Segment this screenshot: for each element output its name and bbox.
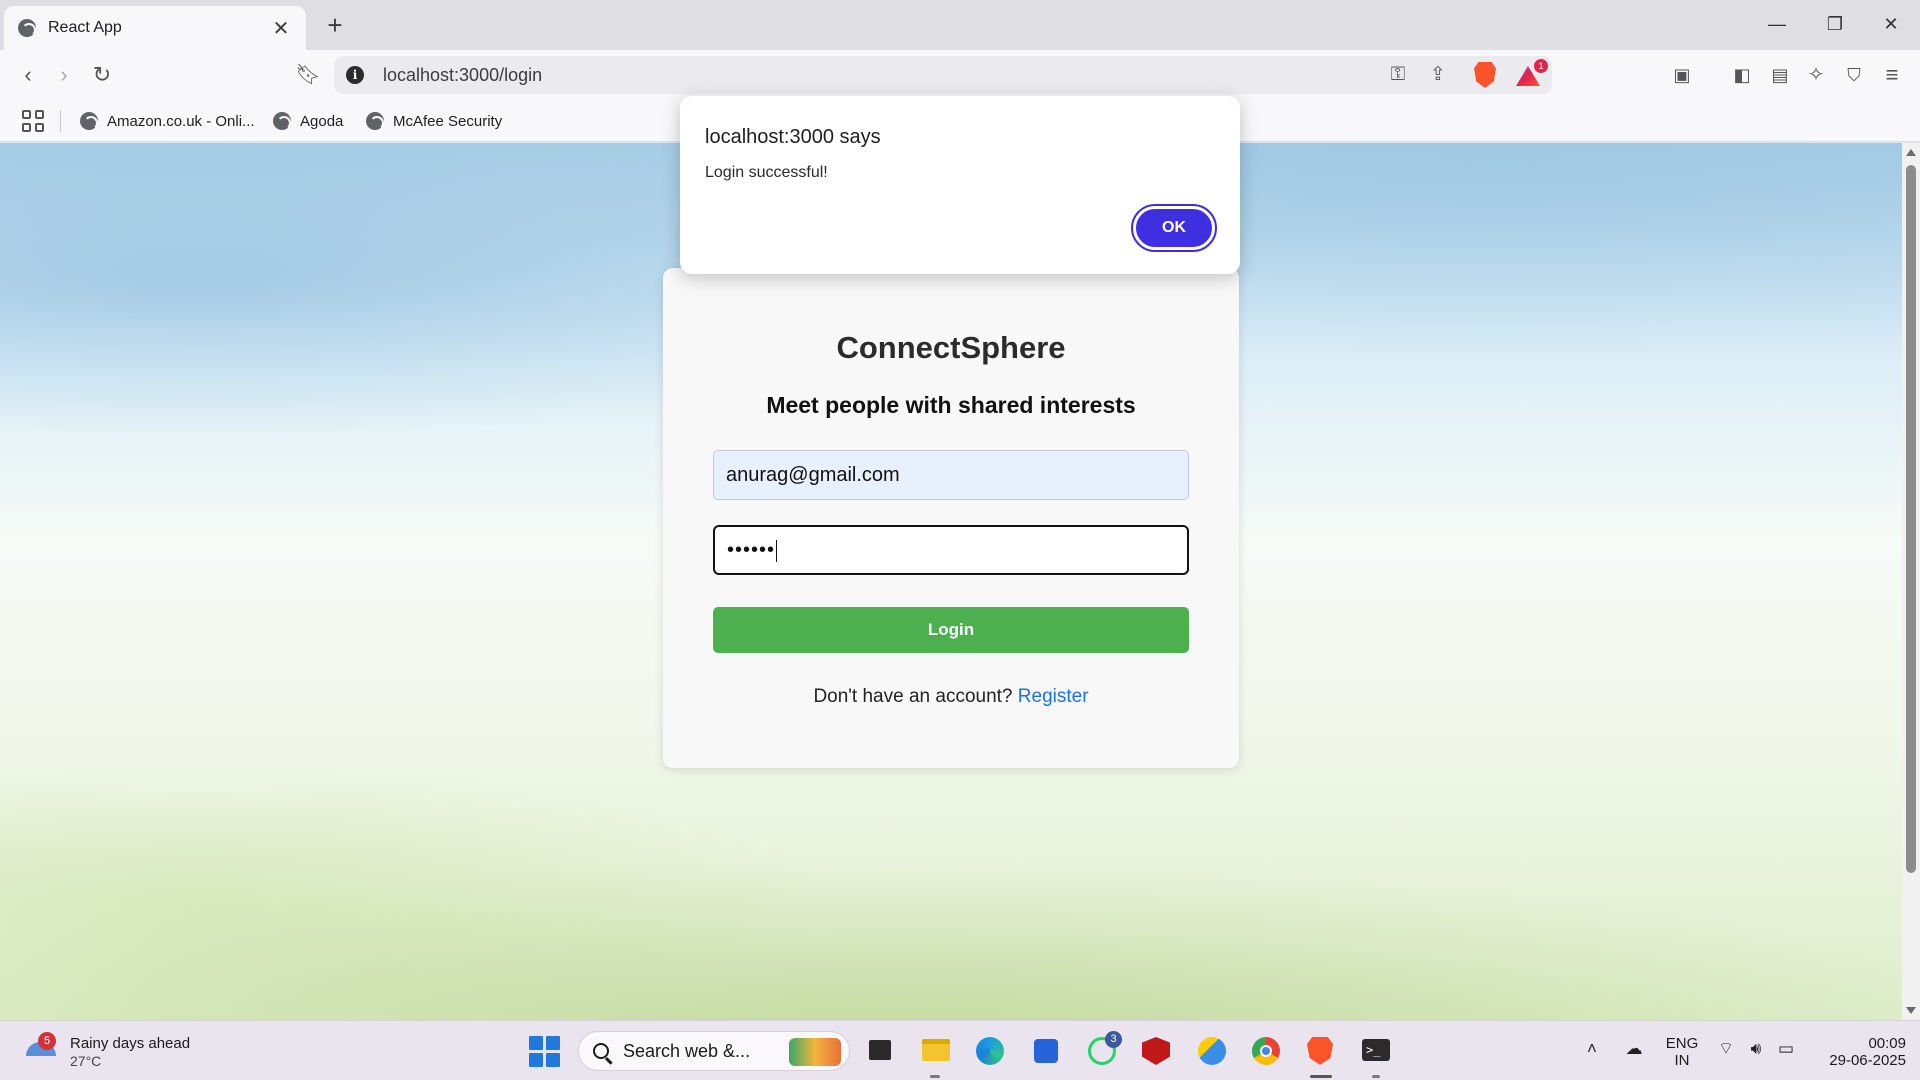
vpn-shield-icon[interactable]: ⛉: [1836, 58, 1872, 92]
running-indicator: [930, 1075, 940, 1078]
bookmarks-divider: [60, 110, 61, 132]
bookmark-mcafee[interactable]: McAfee Security: [366, 110, 502, 132]
forward-icon[interactable]: ›: [46, 58, 82, 92]
bookmark-agoda[interactable]: Agoda: [273, 110, 343, 132]
rewards-badge: 1: [1534, 59, 1548, 73]
page-viewport: ConnectSphere Meet people with shared in…: [0, 143, 1902, 1020]
sidebar-icon[interactable]: ◧: [1724, 58, 1760, 92]
scroll-up-icon[interactable]: [1906, 149, 1916, 156]
globe-icon: [80, 112, 98, 130]
register-prompt-line: Don't have an account? Register: [663, 686, 1239, 708]
taskbar: 5 Rainy days ahead 27°C Search web &... …: [0, 1020, 1920, 1080]
bookmark-icon[interactable]: 🔖︎: [290, 58, 326, 92]
apps-grid-icon[interactable]: [20, 108, 46, 134]
brave-shields-icon[interactable]: [1474, 62, 1496, 88]
url-text[interactable]: localhost:3000/login: [383, 65, 542, 86]
clock[interactable]: 00:09 29-06-2025: [1812, 1035, 1906, 1069]
bookmark-label: Agoda: [300, 112, 344, 130]
chrome-icon[interactable]: [1248, 1033, 1284, 1069]
password-input[interactable]: ••••••: [713, 525, 1189, 575]
store-icon[interactable]: [1028, 1033, 1064, 1069]
login-button[interactable]: Login: [713, 607, 1189, 653]
brave-rewards-icon[interactable]: 1: [1516, 59, 1548, 86]
close-tab-icon[interactable]: ✕: [270, 16, 292, 41]
address-bar[interactable]: i localhost:3000/login ⚿ ⇪ 1: [334, 56, 1552, 94]
terminal-icon[interactable]: >_: [1358, 1033, 1394, 1069]
lang-secondary: IN: [1674, 1052, 1690, 1069]
search-placeholder: Search web &...: [623, 1040, 751, 1061]
taskbar-search[interactable]: Search web &...: [578, 1031, 850, 1071]
mcafee-icon[interactable]: [1138, 1033, 1174, 1069]
active-indicator: [1310, 1075, 1332, 1078]
globe-icon: [273, 112, 291, 130]
edge-icon[interactable]: [972, 1033, 1008, 1069]
reader-mode-icon[interactable]: ▣: [1664, 58, 1700, 92]
restore-button[interactable]: ❐: [1806, 0, 1864, 50]
share-icon[interactable]: ⇪: [1424, 62, 1452, 88]
onedrive-sync-icon[interactable]: ☁: [1622, 1037, 1646, 1061]
weather-widget[interactable]: 5 Rainy days ahead 27°C: [24, 1029, 190, 1073]
close-window-button[interactable]: ✕: [1862, 0, 1920, 50]
scroll-down-icon[interactable]: [1906, 1007, 1916, 1014]
weather-temp: 27°C: [70, 1052, 102, 1069]
minimize-button[interactable]: —: [1748, 0, 1806, 50]
file-explorer-icon[interactable]: [918, 1033, 954, 1069]
register-link[interactable]: Register: [1018, 686, 1089, 707]
scrollbar-thumb[interactable]: [1906, 165, 1916, 873]
password-mask: ••••••: [727, 539, 776, 561]
task-view-icon[interactable]: [862, 1033, 898, 1069]
dialog-message: Login successful!: [705, 164, 828, 181]
alert-dialog: localhost:3000 says Login successful! OK: [680, 96, 1240, 274]
ok-button[interactable]: OK: [1131, 204, 1217, 252]
language-indicator[interactable]: ENG IN: [1664, 1035, 1700, 1069]
search-highlight-icon: [789, 1038, 841, 1066]
umbrella-icon: 5: [24, 1032, 58, 1068]
clock-time: 00:09: [1868, 1035, 1906, 1052]
weather-text: Rainy days ahead: [70, 1034, 191, 1052]
lang-primary: ENG: [1665, 1035, 1699, 1052]
tagline: Meet people with shared interests: [766, 392, 1136, 418]
key-icon[interactable]: ⚿: [1384, 62, 1412, 88]
back-icon[interactable]: ‹: [10, 58, 46, 92]
volume-icon[interactable]: 🔊︎: [1744, 1037, 1768, 1061]
battery-icon[interactable]: ▭: [1774, 1037, 1798, 1061]
brave-taskbar-icon[interactable]: [1302, 1033, 1338, 1069]
bookmark-label: McAfee Security: [393, 112, 503, 130]
login-card: ConnectSphere Meet people with shared in…: [663, 268, 1239, 768]
reload-icon[interactable]: ↻: [84, 58, 120, 92]
bookmark-label: Amazon.co.uk - Onli...: [107, 112, 255, 130]
clock-date: 29-06-2025: [1829, 1052, 1906, 1069]
menu-icon[interactable]: ≡: [1874, 58, 1910, 92]
new-tab-button[interactable]: +: [320, 10, 350, 40]
bookmark-amazon[interactable]: Amazon.co.uk - Onli...: [80, 110, 255, 132]
globe-icon: [366, 112, 384, 130]
register-prompt: Don't have an account?: [813, 686, 1013, 707]
app-brand-title: ConnectSphere: [836, 330, 1066, 365]
dialog-title: localhost:3000 says: [705, 126, 881, 148]
globe-icon: [18, 19, 36, 37]
tab-title: React App: [48, 19, 122, 36]
weather-badge: 5: [38, 1032, 56, 1050]
email-input[interactable]: [713, 450, 1189, 500]
vertical-scrollbar[interactable]: [1902, 143, 1920, 1020]
windows-start-icon[interactable]: [526, 1033, 562, 1069]
wifi-icon[interactable]: ⌔: [1714, 1037, 1738, 1061]
whatsapp-badge: 3: [1105, 1031, 1122, 1048]
tab-strip: React App ✕ + — ❐ ✕: [0, 0, 1920, 50]
whatsapp-icon[interactable]: 3: [1084, 1031, 1122, 1069]
wallet-icon[interactable]: ▤: [1762, 58, 1798, 92]
site-info-icon[interactable]: i: [346, 66, 364, 84]
running-indicator: [1372, 1075, 1380, 1078]
chevron-up-icon[interactable]: ˄: [1580, 1037, 1604, 1061]
weather-app-icon[interactable]: [1194, 1033, 1230, 1069]
search-icon: [593, 1043, 609, 1059]
leo-ai-icon[interactable]: ✧: [1798, 58, 1834, 92]
browser-tab[interactable]: React App ✕: [4, 6, 306, 50]
text-caret: [776, 539, 778, 562]
